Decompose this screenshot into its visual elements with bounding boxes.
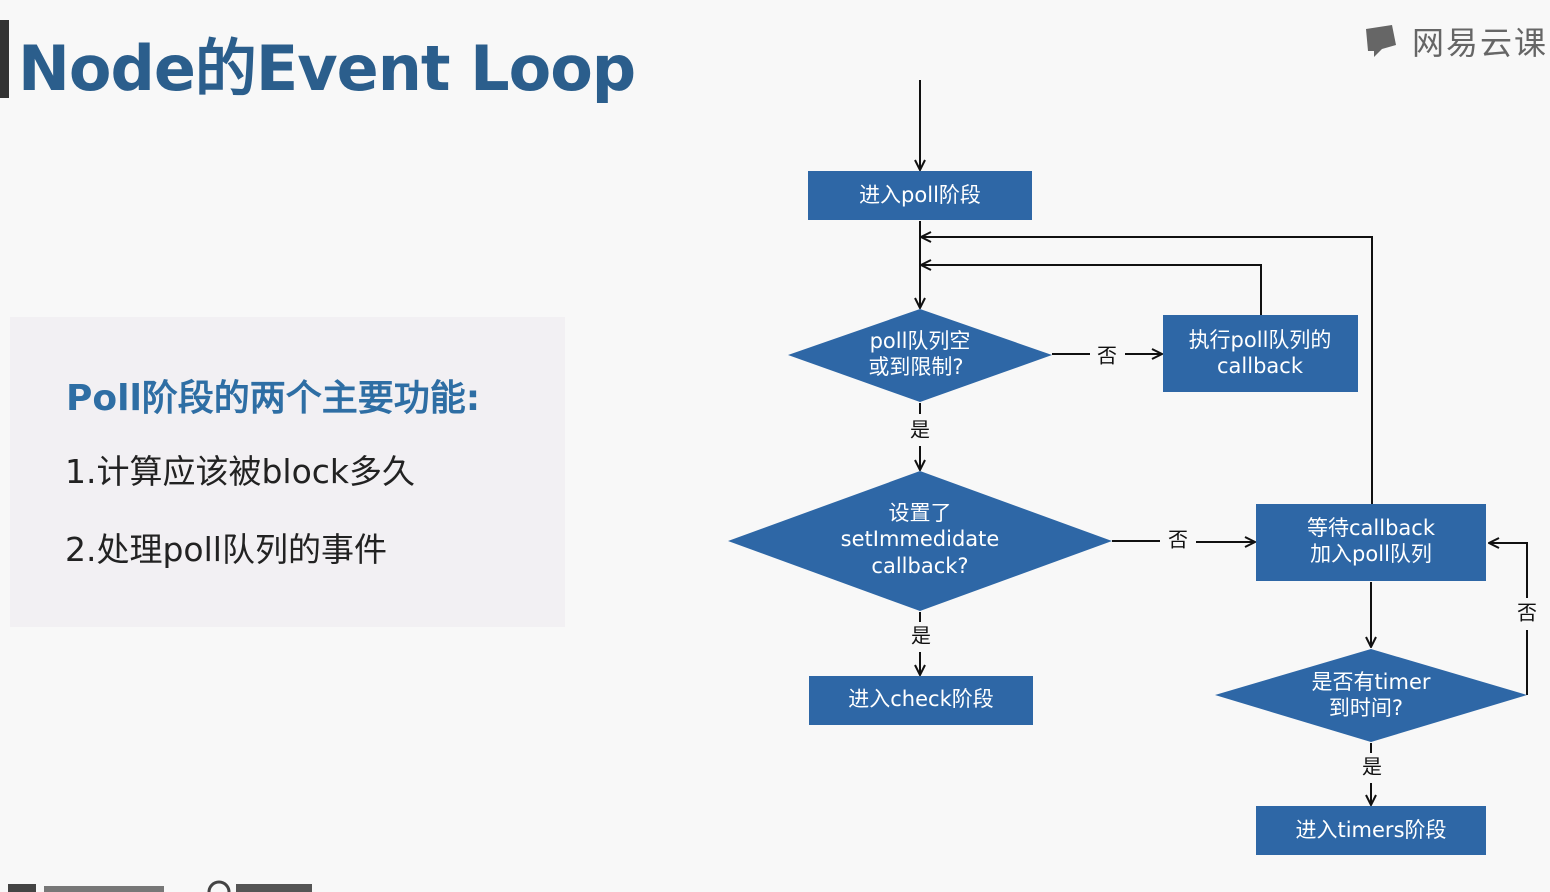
node-exec-callback-line2: callback [1217, 354, 1304, 378]
decision-set-immediate-line2: setImmedidate [841, 527, 1000, 551]
edge-label-no-timer: 否 [1517, 601, 1537, 625]
node-wait-callback-line2: 加入poll队列 [1310, 542, 1432, 566]
edge-label-yes-check: 是 [911, 624, 931, 648]
exec-loop-back-arrow [921, 265, 1262, 315]
decision-set-immediate-line3: callback? [871, 554, 968, 578]
edge-label-no-wait: 否 [1168, 528, 1188, 552]
node-exec-callback-line1: 执行poll队列的 [1189, 328, 1332, 352]
decision-poll-empty-line2: 或到限制? [868, 355, 963, 379]
bottom-logo-watermark [8, 880, 312, 892]
edge-label-yes-immediate: 是 [910, 418, 930, 442]
flowchart: 进入poll阶段 poll队列空 或到限制? 执行poll队列的 callbac… [728, 80, 1537, 855]
node-enter-poll-label: 进入poll阶段 [859, 183, 981, 207]
node-enter-check-label: 进入check阶段 [848, 687, 993, 711]
decision-poll-empty-line1: poll队列空 [870, 329, 971, 353]
node-wait-callback-line1: 等待callback [1307, 516, 1436, 540]
decision-timer-due-line1: 是否有timer [1311, 670, 1430, 694]
edge-label-yes-timers: 是 [1362, 755, 1382, 779]
edge-no-timer-seg2 [1489, 543, 1528, 598]
decision-timer-due-line2: 到时间? [1329, 696, 1403, 720]
decision-set-immediate-line1: 设置了 [889, 501, 952, 525]
node-enter-timers-label: 进入timers阶段 [1295, 818, 1446, 842]
edge-label-no-exec: 否 [1097, 344, 1117, 368]
